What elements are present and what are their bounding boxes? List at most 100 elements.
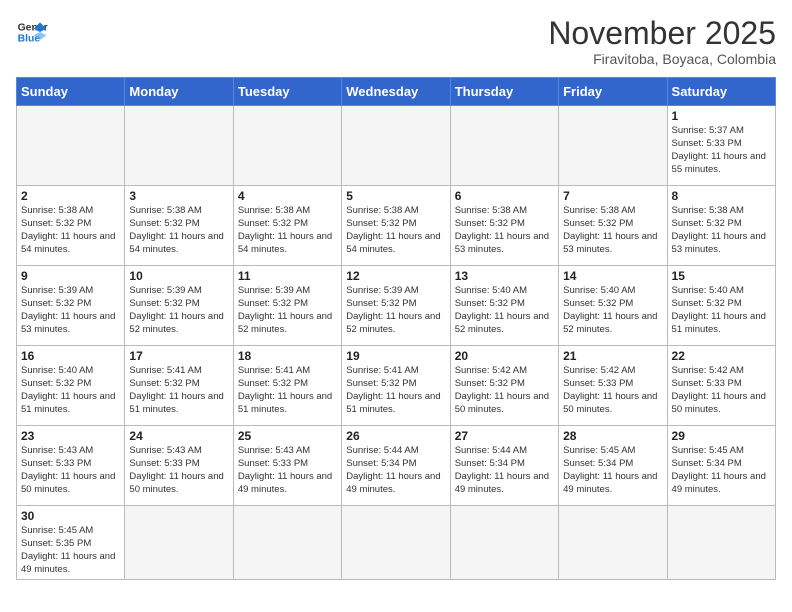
table-row: 6Sunrise: 5:38 AMSunset: 5:32 PMDaylight… [450,186,558,266]
calendar-week-row: 16 Sunrise: 5:40 AMSunset: 5:32 PMDayligh… [17,346,776,426]
day-number: 10 [129,269,228,283]
day-info: Sunrise: 5:39 AMSunset: 5:32 PMDaylight:… [346,285,445,336]
table-row: 16 Sunrise: 5:40 AMSunset: 5:32 PMDayligh… [17,346,125,426]
table-row: 22 Sunrise: 5:42 AMSunset: 5:33 PMDayligh… [667,346,775,426]
day-info: Sunrise: 5:42 AMSunset: 5:33 PMDaylight:… [672,365,771,416]
table-row: 28Sunrise: 5:45 AMSunset: 5:34 PMDayligh… [559,426,667,506]
day-info: Sunrise: 5:38 AMSunset: 5:32 PMDaylight:… [21,205,120,256]
table-row [450,506,558,580]
table-row [342,106,450,186]
day-number: 22 [672,349,771,363]
day-info: Sunrise: 5:38 AMSunset: 5:32 PMDaylight:… [346,205,445,256]
day-info: Sunrise: 5:38 AMSunset: 5:32 PMDaylight:… [129,205,228,256]
day-info: Sunrise: 5:40 AMSunset: 5:32 PMDaylight:… [21,365,120,416]
table-row: 24Sunrise: 5:43 AMSunset: 5:33 PMDayligh… [125,426,233,506]
day-info: Sunrise: 5:40 AMSunset: 5:32 PMDaylight:… [563,285,662,336]
day-number: 23 [21,429,120,443]
day-info: Sunrise: 5:40 AMSunset: 5:32 PMDaylight:… [672,285,771,336]
calendar-week-row: 1 Sunrise: 5:37 AMSunset: 5:33 PMDaylight… [17,106,776,186]
weekday-sunday: Sunday [17,78,125,106]
table-row [125,506,233,580]
day-number: 2 [21,189,120,203]
table-row: 21Sunrise: 5:42 AMSunset: 5:33 PMDayligh… [559,346,667,426]
table-row: 17Sunrise: 5:41 AMSunset: 5:32 PMDayligh… [125,346,233,426]
day-number: 7 [563,189,662,203]
calendar-week-row: 2 Sunrise: 5:38 AMSunset: 5:32 PMDaylight… [17,186,776,266]
weekday-saturday: Saturday [667,78,775,106]
day-info: Sunrise: 5:37 AMSunset: 5:33 PMDaylight:… [672,125,771,176]
day-info: Sunrise: 5:39 AMSunset: 5:32 PMDaylight:… [238,285,337,336]
table-row: 1 Sunrise: 5:37 AMSunset: 5:33 PMDaylight… [667,106,775,186]
day-info: Sunrise: 5:41 AMSunset: 5:32 PMDaylight:… [346,365,445,416]
day-info: Sunrise: 5:40 AMSunset: 5:32 PMDaylight:… [455,285,554,336]
day-number: 8 [672,189,771,203]
month-title: November 2025 [548,16,776,51]
day-number: 30 [21,509,120,523]
table-row [17,106,125,186]
calendar-body: 1 Sunrise: 5:37 AMSunset: 5:33 PMDaylight… [17,106,776,580]
day-info: Sunrise: 5:43 AMSunset: 5:33 PMDaylight:… [238,445,337,496]
table-row: 15 Sunrise: 5:40 AMSunset: 5:32 PMDayligh… [667,266,775,346]
day-info: Sunrise: 5:41 AMSunset: 5:32 PMDaylight:… [238,365,337,416]
table-row: 25 Sunrise: 5:43 AMSunset: 5:33 PMDayligh… [233,426,341,506]
day-number: 1 [672,109,771,123]
table-row: 9 Sunrise: 5:39 AMSunset: 5:32 PMDaylight… [17,266,125,346]
weekday-friday: Friday [559,78,667,106]
day-info: Sunrise: 5:39 AMSunset: 5:32 PMDaylight:… [21,285,120,336]
table-row: 23Sunrise: 5:43 AMSunset: 5:33 PMDayligh… [17,426,125,506]
day-number: 20 [455,349,554,363]
table-row [125,106,233,186]
table-row: 19 Sunrise: 5:41 AMSunset: 5:32 PMDayligh… [342,346,450,426]
calendar: Sunday Monday Tuesday Wednesday Thursday… [16,77,776,580]
day-number: 14 [563,269,662,283]
day-info: Sunrise: 5:44 AMSunset: 5:34 PMDaylight:… [346,445,445,496]
day-number: 4 [238,189,337,203]
calendar-week-row: 23 Sunrise: 5:43 AMSunset: 5:33 PMDayligh… [17,426,776,506]
calendar-week-row: 9 Sunrise: 5:39 AMSunset: 5:32 PMDaylight… [17,266,776,346]
table-row: 27 Sunrise: 5:44 AMSunset: 5:34 PMDayligh… [450,426,558,506]
table-row: 30 Sunrise: 5:45 AMSunset: 5:35 PMDayligh… [17,506,125,580]
day-number: 3 [129,189,228,203]
day-number: 19 [346,349,445,363]
day-info: Sunrise: 5:42 AMSunset: 5:33 PMDaylight:… [563,365,662,416]
table-row: 2 Sunrise: 5:38 AMSunset: 5:32 PMDaylight… [17,186,125,266]
weekday-wednesday: Wednesday [342,78,450,106]
table-row [233,506,341,580]
weekday-tuesday: Tuesday [233,78,341,106]
day-info: Sunrise: 5:38 AMSunset: 5:32 PMDaylight:… [672,205,771,256]
day-number: 11 [238,269,337,283]
day-number: 16 [21,349,120,363]
table-row [667,506,775,580]
logo: General Blue GeneralBlue [16,16,48,48]
table-row: 4Sunrise: 5:38 AMSunset: 5:32 PMDaylight… [233,186,341,266]
header: General Blue GeneralBlue November 2025 F… [16,16,776,67]
table-row: 12Sunrise: 5:39 AMSunset: 5:32 PMDayligh… [342,266,450,346]
day-info: Sunrise: 5:45 AMSunset: 5:35 PMDaylight:… [21,525,120,576]
day-number: 15 [672,269,771,283]
day-number: 9 [21,269,120,283]
table-row: 5Sunrise: 5:38 AMSunset: 5:32 PMDaylight… [342,186,450,266]
day-number: 17 [129,349,228,363]
table-row: 14 Sunrise: 5:40 AMSunset: 5:32 PMDayligh… [559,266,667,346]
day-number: 25 [238,429,337,443]
day-info: Sunrise: 5:42 AMSunset: 5:32 PMDaylight:… [455,365,554,416]
day-info: Sunrise: 5:45 AMSunset: 5:34 PMDaylight:… [672,445,771,496]
calendar-week-row: 30 Sunrise: 5:45 AMSunset: 5:35 PMDayligh… [17,506,776,580]
table-row: 29Sunrise: 5:45 AMSunset: 5:34 PMDayligh… [667,426,775,506]
table-row: 18 Sunrise: 5:41 AMSunset: 5:32 PMDayligh… [233,346,341,426]
table-row [233,106,341,186]
table-row: 10Sunrise: 5:39 AMSunset: 5:32 PMDayligh… [125,266,233,346]
day-info: Sunrise: 5:44 AMSunset: 5:34 PMDaylight:… [455,445,554,496]
table-row [342,506,450,580]
day-info: Sunrise: 5:45 AMSunset: 5:34 PMDaylight:… [563,445,662,496]
day-number: 24 [129,429,228,443]
day-number: 18 [238,349,337,363]
table-row: 26Sunrise: 5:44 AMSunset: 5:34 PMDayligh… [342,426,450,506]
weekday-monday: Monday [125,78,233,106]
table-row [450,106,558,186]
table-row [559,506,667,580]
day-number: 13 [455,269,554,283]
generalblue-logo-icon: General Blue [16,16,48,48]
day-number: 27 [455,429,554,443]
table-row: 8 Sunrise: 5:38 AMSunset: 5:32 PMDaylight… [667,186,775,266]
